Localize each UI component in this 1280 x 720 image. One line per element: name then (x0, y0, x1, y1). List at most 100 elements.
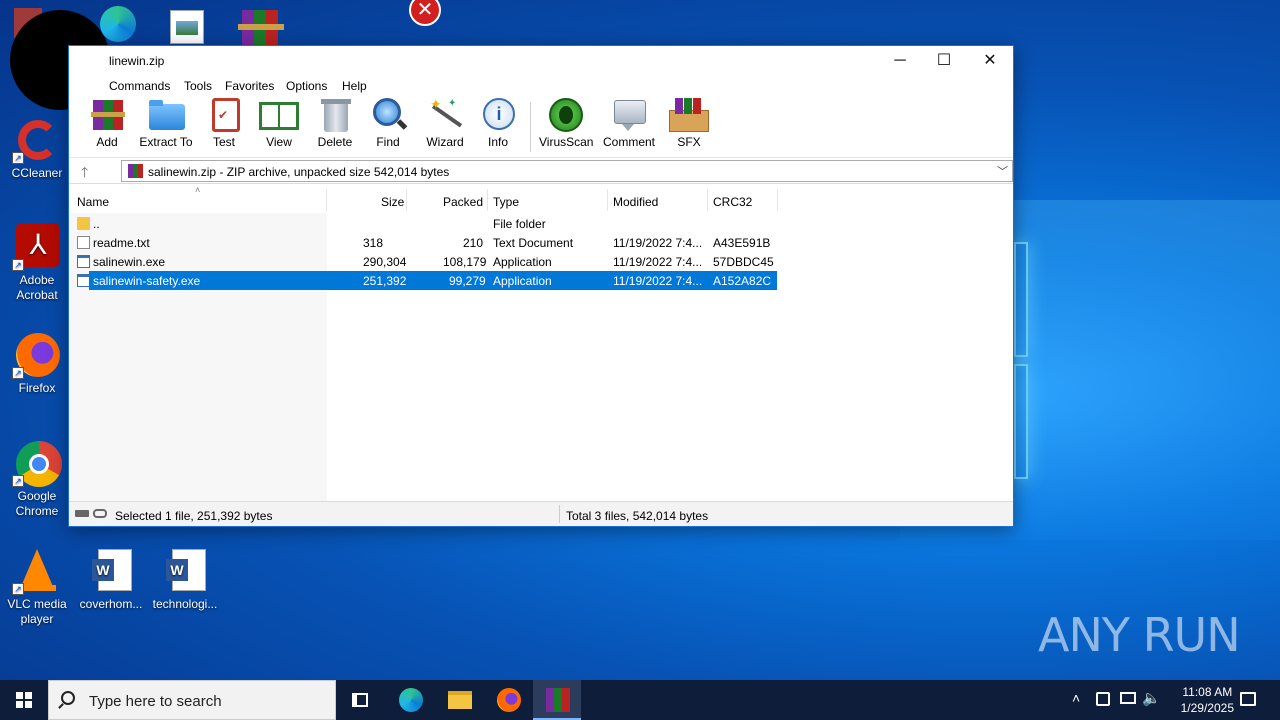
volume-icon[interactable]: 🔈 (1142, 689, 1161, 707)
menu-options[interactable]: Options (286, 79, 327, 93)
column-divider[interactable] (326, 189, 327, 211)
start-button[interactable] (0, 680, 48, 720)
table-row[interactable]: readme.txt 318 210 Text Document 11/19/2… (69, 233, 777, 252)
wallpaper-pane (1014, 242, 1028, 357)
title-bar[interactable]: linewin.zip ─ ☐ ✕ (69, 46, 1013, 76)
desktop-icon-vlc[interactable]: ↗ VLC media player (2, 547, 72, 627)
key-icon (93, 509, 107, 518)
file-crc: 57DBDC45 (713, 255, 774, 269)
toolbar-label: VirusScan (539, 135, 594, 149)
chrome-icon: ↗ (12, 439, 62, 487)
desktop-icon-word-doc[interactable]: W technologi... (150, 547, 220, 612)
toolbar-label: Wizard (426, 135, 464, 149)
sort-arrow-icon: ˄ (195, 185, 201, 195)
monitor-icon[interactable] (1120, 692, 1136, 704)
word-doc-icon: W (88, 547, 134, 593)
firefox-taskbar-button[interactable] (484, 680, 532, 720)
file-crc: A43E591B (713, 236, 771, 250)
desktop-icon-chrome[interactable]: ↗ Google Chrome (2, 439, 72, 519)
taskbar: Type here to search ˄ 🔈 11:08 AM 1/29/20… (0, 680, 1280, 720)
add-button[interactable]: Add (89, 96, 125, 149)
test-button[interactable]: ✔ Test (206, 96, 242, 149)
file-modified: 11/19/2022 7:4... (613, 236, 703, 250)
menu-help[interactable]: Help (342, 79, 367, 93)
extract-to-button[interactable]: Extract To (139, 96, 193, 149)
desktop-icon-label: technologi... (152, 597, 218, 611)
column-name[interactable]: Name (77, 195, 109, 209)
column-size[interactable]: Size (381, 195, 404, 209)
view-button[interactable]: View (257, 96, 301, 149)
desktop-icon-word-doc[interactable]: W coverhom... (76, 547, 146, 612)
column-divider[interactable] (777, 189, 778, 211)
firefox-icon: ↗ (12, 331, 60, 379)
up-arrow-icon[interactable]: 🡑 (81, 162, 88, 186)
ccleaner-icon: ↗ (12, 116, 60, 164)
menu-tools[interactable]: Tools (184, 79, 212, 93)
table-row[interactable]: .. File folder (69, 214, 777, 233)
chevron-down-icon[interactable]: ﹀ (997, 163, 1008, 179)
close-icon: ✕ (983, 52, 997, 69)
comment-button[interactable]: Comment (601, 96, 657, 149)
column-divider[interactable] (487, 189, 488, 211)
toolbar: Add Extract To ✔ Test View Delete Find ✦… (69, 96, 1013, 158)
column-divider[interactable] (607, 189, 608, 211)
status-selected: Selected 1 file, 251,392 bytes (115, 509, 273, 523)
toolbar-separator (530, 102, 531, 152)
file-type: Application (493, 274, 552, 288)
sfx-button[interactable]: SFX (667, 96, 711, 149)
search-box[interactable]: Type here to search (48, 680, 336, 720)
column-divider[interactable] (406, 189, 407, 211)
clock[interactable]: 11:08 AM 1/29/2025 (1181, 684, 1234, 716)
menu-favorites[interactable]: Favorites (225, 79, 274, 93)
virusscan-button[interactable]: VirusScan (539, 96, 593, 149)
magnifier-icon (371, 96, 409, 132)
notification-icon[interactable] (1240, 692, 1256, 706)
search-handle (58, 703, 64, 709)
find-button[interactable]: Find (371, 96, 408, 149)
desktop-icon-label: Adobe Acrobat (16, 273, 58, 302)
delete-button[interactable]: Delete (315, 96, 355, 149)
file-size: 251,392 (363, 274, 407, 288)
vlc-icon: ↗ (12, 547, 60, 595)
file-explorer-taskbar-button[interactable] (435, 680, 483, 720)
info-button[interactable]: i Info (481, 96, 515, 149)
winrar-taskbar-button[interactable] (533, 680, 581, 720)
maximize-button[interactable]: ☐ (921, 46, 967, 76)
wizard-button[interactable]: ✦ ✦ Wizard (425, 96, 465, 149)
desktop-icon-firefox[interactable]: ↗ Firefox (2, 331, 72, 396)
column-crc32[interactable]: CRC32 (713, 195, 752, 209)
task-view-button[interactable] (336, 680, 384, 720)
table-row[interactable]: salinewin.exe 290,304 108,179 Applicatio… (69, 252, 777, 271)
desktop-icon-image-file[interactable] (170, 10, 204, 44)
column-modified[interactable]: Modified (613, 195, 658, 209)
menu-commands[interactable]: Commands (109, 79, 170, 93)
maximize-icon: ☐ (936, 52, 952, 69)
table-row-selected[interactable]: salinewin-safety.exe 251,392 99,279 Appl… (89, 271, 777, 290)
column-packed[interactable]: Packed (443, 195, 483, 209)
column-divider[interactable] (707, 189, 708, 211)
error-icon: ✕ (408, 0, 442, 26)
desktop-icon-winrar[interactable] (238, 10, 286, 46)
network-icon[interactable] (1096, 692, 1110, 706)
desktop-icon-ccleaner[interactable]: ↗ CCleaner (2, 116, 72, 181)
menu-bar: Commands Tools Favorites Options Help (69, 76, 1013, 96)
desktop-icon-label: CCleaner (11, 166, 63, 180)
word-doc-icon: W (162, 547, 208, 593)
file-list: Name ˄ Size Packed Type Modified CRC32 .… (69, 185, 1013, 501)
exe-file-icon (77, 255, 90, 268)
close-button[interactable]: ✕ (967, 46, 1013, 76)
desktop-icon-acrobat[interactable]: ⅄ ↗ Adobe Acrobat (2, 223, 72, 303)
chevron-up-icon[interactable]: ˄ (1072, 690, 1080, 706)
file-type: Application (493, 255, 552, 269)
minimize-button[interactable]: ─ (877, 46, 923, 76)
file-size: 318 (363, 236, 384, 250)
archive-icon (128, 164, 143, 178)
edge-taskbar-button[interactable] (386, 680, 434, 720)
file-modified: 11/19/2022 7:4... (613, 255, 703, 269)
toolbar-label: SFX (677, 135, 701, 149)
address-combobox[interactable]: salinewin.zip - ZIP archive, unpacked si… (121, 160, 1013, 182)
toolbar-label: View (266, 135, 292, 149)
status-total: Total 3 files, 542,014 bytes (566, 509, 709, 523)
column-type[interactable]: Type (493, 195, 519, 209)
desktop-icon-edge-partial[interactable] (100, 6, 136, 42)
